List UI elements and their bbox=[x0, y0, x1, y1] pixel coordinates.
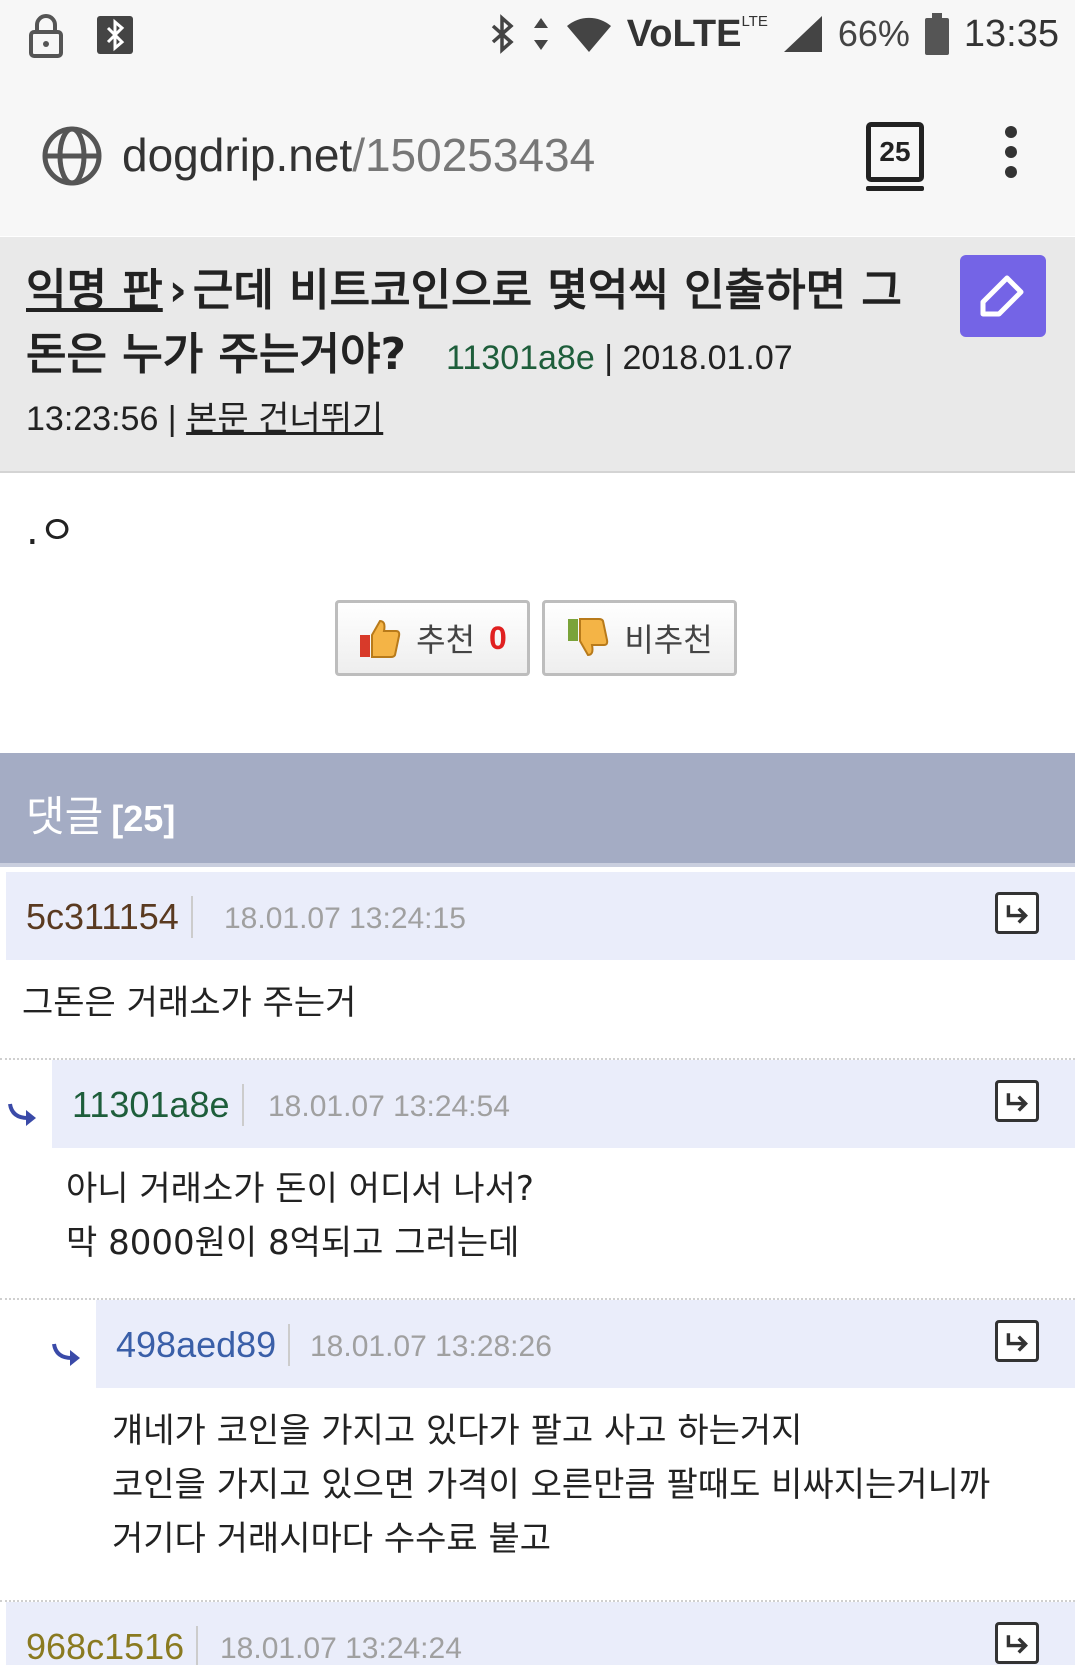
tab-switcher-button[interactable]: 25 bbox=[866, 122, 924, 191]
upvote-label: 추천 bbox=[416, 621, 476, 659]
comment-header: 5c311154 18.01.07 13:24:15 bbox=[6, 872, 1075, 960]
comment-line: 아니 거래소가 돈이 어디서 나서? bbox=[66, 1169, 534, 1209]
battery-icon bbox=[924, 13, 949, 55]
breadcrumb-separator: › bbox=[168, 265, 187, 316]
vote-row: 추천 0 비추천 bbox=[335, 600, 737, 676]
post-date: 2018.01.07 bbox=[622, 339, 793, 377]
post-header: 익명 판 › 근데 비트코인으로 몇억씩 인출하면 그 돈은 누가 주는거야? 113… bbox=[0, 237, 1075, 473]
bluetooth-app-icon bbox=[97, 16, 133, 54]
comments-label: 댓글 bbox=[26, 792, 104, 841]
pencil-icon bbox=[980, 275, 1024, 317]
browser-toolbar: dogdrip.net/150253434 25 bbox=[0, 76, 1075, 236]
network-label: VoLTE bbox=[626, 12, 742, 55]
upvote-button[interactable]: 추천 0 bbox=[335, 600, 530, 676]
post-title: 익명 판 › 근데 비트코인으로 몇억씩 인출하면 그 돈은 누가 주는거야? 113… bbox=[26, 265, 902, 380]
post-time: 13:23:56 bbox=[26, 400, 159, 438]
comment-line: 코인을 가지고 있으면 가격이 오른만큼 팔때도 비싸지는거니까 bbox=[112, 1465, 991, 1505]
comment-author[interactable]: 498aed89 bbox=[116, 1324, 291, 1366]
comment-line: 거기다 거래시마다 수수료 붙고 bbox=[112, 1519, 552, 1559]
url-domain: dogdrip.net bbox=[122, 129, 353, 181]
comment-date: 18.01.07 13:24:24 bbox=[220, 1632, 462, 1665]
network-sub-label: LTE bbox=[741, 12, 768, 30]
comment-date: 18.01.07 13:28:26 bbox=[310, 1330, 552, 1363]
downvote-button[interactable]: 비추천 bbox=[542, 600, 737, 676]
comment-body: 아니 거래소가 돈이 어디서 나서? 막 8000원이 8억되고 그러는데 bbox=[66, 1162, 534, 1270]
battery-percent: 66% bbox=[837, 13, 910, 54]
comment-line: 그돈은 거래소가 주는거 bbox=[22, 983, 357, 1023]
post-body: .ㅇ bbox=[26, 508, 76, 554]
status-bar: VoLTELTE 66% 13:35 bbox=[0, 0, 1075, 76]
skip-content-link[interactable]: 본문 건너뛰기 bbox=[186, 400, 383, 438]
reply-indent-arrow-icon bbox=[52, 1343, 80, 1366]
comment-date: 18.01.07 13:24:15 bbox=[224, 902, 466, 935]
clock: 13:35 bbox=[963, 12, 1059, 55]
comment-author[interactable]: 11301a8e bbox=[72, 1084, 244, 1126]
write-button[interactable] bbox=[960, 255, 1046, 337]
data-arrows-icon bbox=[533, 18, 548, 50]
reply-icon[interactable] bbox=[995, 892, 1039, 934]
reply-icon[interactable] bbox=[995, 1622, 1039, 1664]
url-path: /150253434 bbox=[352, 129, 596, 181]
comment-header: 11301a8e 18.01.07 13:24:54 bbox=[52, 1060, 1075, 1148]
comment-body: 그돈은 거래소가 주는거 bbox=[22, 976, 356, 1030]
lock-icon bbox=[29, 14, 63, 58]
upvote-count: 0 bbox=[489, 619, 507, 656]
comment-author[interactable]: 5c311154 bbox=[26, 896, 193, 938]
comments-count: [25] bbox=[111, 798, 176, 839]
thumbs-up-icon bbox=[360, 619, 401, 658]
more-options-icon[interactable] bbox=[996, 126, 1026, 186]
comment-line: 막 8000원이 8억되고 그러는데 bbox=[66, 1223, 520, 1263]
downvote-label: 비추천 bbox=[624, 621, 713, 659]
comments-header: 댓글 [25] bbox=[0, 753, 1075, 867]
comment-date: 18.01.07 13:24:54 bbox=[268, 1090, 510, 1123]
comment-body: 걔네가 코인을 가지고 있다가 팔고 사고 하는거지 코인을 가지고 있으면 가… bbox=[112, 1404, 990, 1566]
comment-header: 968c1516 18.01.07 13:24:24 bbox=[6, 1602, 1075, 1665]
bluetooth-icon bbox=[491, 14, 514, 54]
globe-icon[interactable] bbox=[40, 124, 104, 188]
post-author[interactable]: 11301a8e bbox=[446, 339, 595, 377]
comment-header: 498aed89 18.01.07 13:28:26 bbox=[96, 1300, 1075, 1388]
comment-author[interactable]: 968c1516 bbox=[26, 1626, 199, 1665]
reply-indent-arrow-icon bbox=[8, 1103, 36, 1126]
signal-icon bbox=[783, 16, 822, 52]
reply-icon[interactable] bbox=[995, 1080, 1039, 1122]
comment-line: 걔네가 코인을 가지고 있다가 팔고 사고 하는거지 bbox=[112, 1411, 803, 1451]
wifi-icon bbox=[566, 17, 611, 52]
reply-icon[interactable] bbox=[995, 1320, 1039, 1362]
thumbs-down-icon bbox=[568, 618, 609, 657]
address-bar[interactable]: dogdrip.net/150253434 bbox=[122, 128, 595, 182]
board-link[interactable]: 익명 판 bbox=[26, 265, 163, 316]
